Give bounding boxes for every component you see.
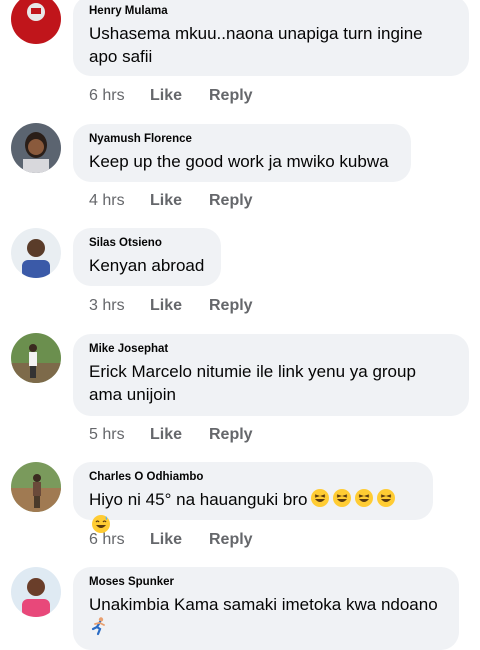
like-button[interactable]: Like: [150, 425, 209, 445]
like-button[interactable]: Like: [150, 530, 209, 550]
avatar[interactable]: [11, 462, 61, 512]
comment-author[interactable]: Henry Mulama: [89, 4, 453, 18]
comment-text-content: Unakimbia Kama samaki imetoka kwa ndoano: [89, 595, 438, 614]
comment-text-content: Hiyo ni 45° na hauanguki bro: [89, 490, 308, 509]
avatar[interactable]: [11, 333, 61, 383]
avatar[interactable]: [11, 0, 61, 44]
like-button[interactable]: Like: [150, 296, 209, 316]
comment-timestamp[interactable]: 3 hrs: [89, 296, 150, 316]
like-button[interactable]: Like: [150, 86, 209, 106]
comment-bubble: Charles O Odhiambo Hiyo ni 45° na hauang…: [73, 462, 433, 533]
reply-button[interactable]: Reply: [209, 86, 253, 106]
comment-timestamp[interactable]: 6 hrs: [89, 86, 150, 106]
like-button[interactable]: Like: [150, 191, 209, 211]
avatar[interactable]: [11, 567, 61, 617]
comment-bubble: Nyamush Florence Keep up the good work j…: [73, 124, 411, 182]
comment-actions: 6 hrs Like Reply: [89, 530, 253, 550]
comment-actions: 5 hrs Like Reply: [89, 425, 253, 445]
comment-text: Erick Marcelo nitumie ile link yenu ya g…: [89, 362, 416, 404]
grinning-squinting-icon: [376, 488, 396, 514]
comment-bubble: Silas Otsieno Kenyan abroad: [73, 228, 221, 286]
comment-text: Keep up the good work ja mwiko kubwa: [89, 152, 389, 171]
comment-text: Kenyan abroad: [89, 256, 205, 275]
comment-author[interactable]: Moses Spunker: [89, 575, 443, 589]
avatar[interactable]: [11, 123, 61, 173]
comment-timestamp[interactable]: 4 hrs: [89, 191, 150, 211]
comment-actions: 6 hrs Like Reply: [89, 86, 253, 106]
person-running-icon: [89, 616, 109, 642]
comment-actions: 4 hrs Like Reply: [89, 191, 253, 211]
reply-button[interactable]: Reply: [209, 425, 253, 445]
grinning-squinting-icon: [332, 488, 352, 514]
grinning-squinting-icon: [310, 488, 330, 514]
reply-button[interactable]: Reply: [209, 296, 253, 316]
grinning-squinting-icon: [354, 488, 374, 514]
comment-bubble: Henry Mulama Ushasema mkuu..naona unapig…: [73, 0, 469, 76]
comment-timestamp[interactable]: 5 hrs: [89, 425, 150, 445]
comment-text: Ushasema mkuu..naona unapiga turn ingine…: [89, 24, 423, 66]
comment-author[interactable]: Mike Josephat: [89, 342, 453, 356]
reply-button[interactable]: Reply: [209, 530, 253, 550]
reply-button[interactable]: Reply: [209, 191, 253, 211]
comment-timestamp[interactable]: 6 hrs: [89, 530, 150, 550]
comment-author[interactable]: Nyamush Florence: [89, 132, 395, 146]
comment-author[interactable]: Charles O Odhiambo: [89, 470, 417, 484]
comment-bubble: Mike Josephat Erick Marcelo nitumie ile …: [73, 334, 469, 416]
comment-bubble: Moses Spunker Unakimbia Kama samaki imet…: [73, 567, 459, 650]
comment-text: Unakimbia Kama samaki imetoka kwa ndoano: [89, 593, 443, 642]
comment-author[interactable]: Silas Otsieno: [89, 236, 205, 250]
avatar[interactable]: [11, 228, 61, 278]
comment-actions: 3 hrs Like Reply: [89, 296, 253, 316]
